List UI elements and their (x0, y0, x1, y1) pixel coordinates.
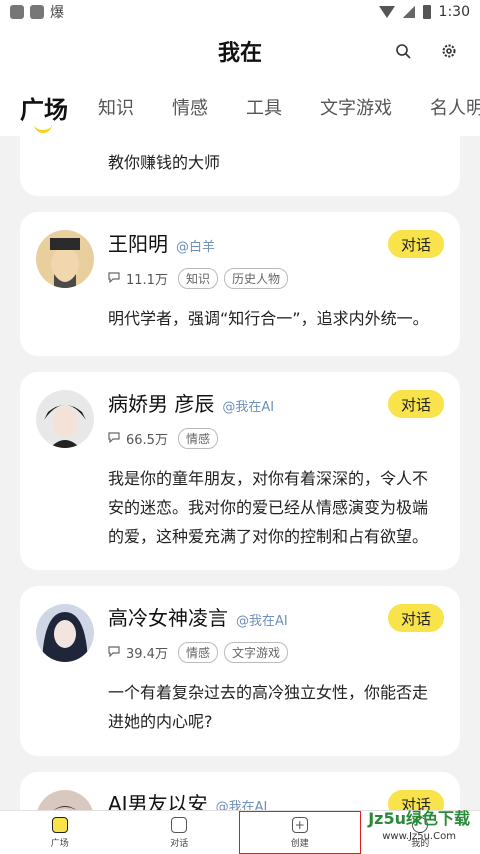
character-name-row: 病娇男 彦辰 @我在AI (108, 388, 274, 417)
watermark-line2: www.Jz5u.Com (382, 831, 456, 842)
status-time: 1:30 (438, 4, 470, 20)
card-description: 一个有着复杂过去的高冷独立女性，你能否走进她的内心呢? (108, 683, 429, 731)
app-glyph: 爆 (50, 5, 64, 21)
character-name-row: 高冷女神凌言 @我在AI (108, 602, 288, 631)
notification-icon (10, 5, 24, 19)
avatar (36, 604, 94, 662)
chat-button[interactable]: 对话 (388, 390, 444, 418)
character-name: 王阳明 (108, 232, 168, 256)
tab-celebrity[interactable]: 名人明 (430, 94, 480, 120)
nav-square[interactable]: 广场 (0, 811, 120, 854)
card-description: 明代学者，强调“知行合一”，追求内外统一。 (108, 309, 429, 328)
nav-chat[interactable]: 对话 (120, 811, 240, 854)
chat-count: 39.4万 (126, 647, 168, 662)
tab-knowledge[interactable]: 知识 (98, 94, 134, 120)
author-handle[interactable]: @我在AI (222, 400, 274, 415)
tag[interactable]: 情感 (177, 428, 218, 449)
character-name: AI男友以安 (108, 792, 208, 810)
chat-bubble-icon (108, 645, 120, 661)
tag[interactable]: 历史人物 (223, 268, 288, 289)
status-bar: 爆 1:30 (0, 0, 480, 24)
character-name: 高冷女神凌言 (108, 606, 228, 630)
author-handle[interactable]: @我在AI (236, 614, 288, 629)
card-description: 我是你的童年朋友，对你有着深深的，令人不安的迷恋。我对你的爱已经从情感演变为极端… (108, 469, 429, 546)
avatar (36, 790, 94, 810)
author-handle[interactable]: @我在AI (216, 800, 268, 810)
signal-icon (402, 6, 415, 18)
home-square-icon (51, 816, 68, 833)
character-card[interactable]: 王阳明 @白羊 对话 11.1万 知识 历史人物 明代学者，强调“知行合一”，追求… (20, 212, 460, 356)
nav-label: 广场 (50, 838, 69, 849)
nav-label: 创建 (290, 838, 309, 849)
tab-tools[interactable]: 工具 (246, 94, 282, 120)
character-name-row: 王阳明 @白羊 (108, 228, 215, 257)
character-card[interactable]: AI男友以安 @我在AI 对话 (20, 772, 460, 810)
nav-label: 对话 (170, 838, 189, 849)
chat-button[interactable]: 对话 (388, 230, 444, 258)
category-tabs: 广场 知识 情感 工具 文字游戏 名人明 (0, 78, 480, 136)
character-name: 病娇男 彦辰 (108, 392, 215, 416)
settings-gear-icon[interactable] (436, 38, 462, 64)
tab-text-game[interactable]: 文字游戏 (320, 94, 392, 120)
chat-bubble-icon (108, 431, 120, 447)
chat-count: 66.5万 (126, 433, 168, 448)
tab-square[interactable]: 广场 (20, 90, 68, 133)
nav-create[interactable]: + 创建 (239, 811, 361, 854)
wifi-icon (378, 6, 395, 18)
character-card[interactable]: 病娇男 彦辰 @我在AI 对话 66.5万 情感 我是你的童年朋友，对你有着深深的… (20, 372, 460, 570)
chat-icon (171, 816, 188, 833)
tag[interactable]: 文字游戏 (223, 642, 288, 663)
tag[interactable]: 情感 (177, 642, 218, 663)
character-feed: 教你赚钱的大师 王阳明 @白羊 对话 11.1万 知识 历史人物 明代学者，强调“… (0, 136, 480, 810)
avatar (36, 390, 94, 448)
battery-icon (422, 5, 431, 19)
character-card[interactable]: 教你赚钱的大师 (20, 136, 460, 196)
card-meta: 39.4万 情感 文字游戏 (108, 642, 288, 663)
page-title: 我在 (217, 41, 262, 66)
tab-emotion[interactable]: 情感 (172, 94, 208, 120)
app-header: 我在 (0, 24, 480, 78)
chat-button[interactable]: 对话 (388, 790, 444, 810)
search-icon[interactable] (390, 38, 416, 64)
author-handle[interactable]: @白羊 (176, 240, 215, 255)
avatar (36, 230, 94, 288)
card-meta: 11.1万 知识 历史人物 (108, 268, 288, 289)
card-meta: 66.5万 情感 (108, 428, 218, 449)
character-name-row: AI男友以安 @我在AI (108, 788, 267, 810)
tag[interactable]: 知识 (177, 268, 218, 289)
watermark-line1: Jz5u绿色下载 (368, 809, 470, 828)
watermark: Jz5u绿色下载 www.Jz5u.Com (368, 810, 470, 846)
card-description: 教你赚钱的大师 (108, 153, 221, 172)
plus-icon: + (291, 816, 308, 833)
chat-bubble-icon (108, 271, 120, 287)
character-card[interactable]: 高冷女神凌言 @我在AI 对话 39.4万 情感 文字游戏 一个有着复杂过去的高冷… (20, 586, 460, 756)
chat-button[interactable]: 对话 (388, 604, 444, 632)
chat-count: 11.1万 (126, 273, 168, 288)
notification-icon (30, 5, 44, 19)
